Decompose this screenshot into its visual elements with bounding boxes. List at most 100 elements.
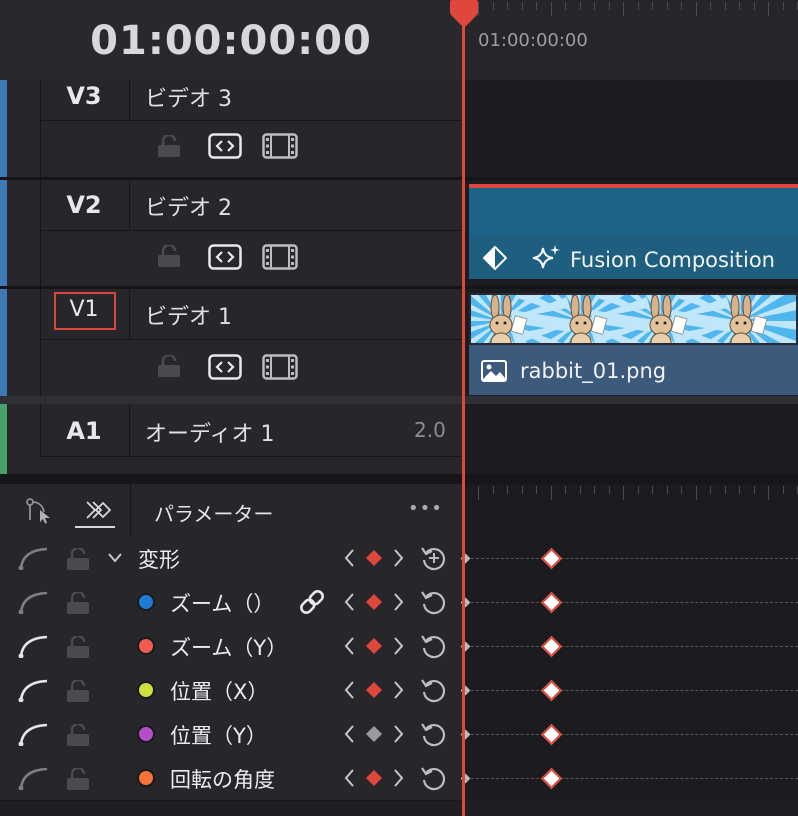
ruler-tick xyxy=(536,486,537,494)
param-label: 位置（X） xyxy=(170,680,269,704)
track-name-v3[interactable]: ビデオ 3 xyxy=(145,81,232,113)
ruler-timecode: 01:00:00:00 xyxy=(478,30,588,51)
ruler-tick xyxy=(580,2,581,10)
row-divider xyxy=(40,120,462,121)
curve-icon[interactable] xyxy=(18,678,50,702)
curve-select-icon[interactable] xyxy=(26,498,54,524)
keyframe-navigation[interactable] xyxy=(343,634,405,658)
film-strip-icon[interactable] xyxy=(262,244,298,270)
keyframe-view-toggle[interactable] xyxy=(75,494,115,528)
curve-icon[interactable] xyxy=(18,546,50,570)
image-clip-thumbnail-strip[interactable] xyxy=(469,293,798,345)
reset-icon[interactable] xyxy=(420,632,448,660)
keyframe-navigation[interactable] xyxy=(343,546,405,570)
ruler-tick xyxy=(681,486,682,494)
track-header-v1[interactable]: V1 ビデオ 1 xyxy=(0,289,462,396)
ruler-tick xyxy=(522,486,523,494)
lock-icon[interactable] xyxy=(66,592,90,614)
lock-icon[interactable] xyxy=(66,680,90,702)
playhead-line[interactable] xyxy=(462,20,465,816)
row-divider xyxy=(40,120,41,177)
reset-icon[interactable] xyxy=(420,720,448,748)
track-header-v3[interactable]: V3 ビデオ 3 xyxy=(0,80,462,177)
track-color-stripe xyxy=(0,180,7,286)
curve-icon[interactable] xyxy=(18,766,50,790)
ruler-tick xyxy=(565,2,566,10)
ruler-tick xyxy=(710,486,711,494)
chevron-down-icon[interactable] xyxy=(107,552,123,564)
track-header-v2[interactable]: V2 ビデオ 2 xyxy=(0,180,462,286)
ruler-tick xyxy=(594,2,595,10)
keyframe-lane-line xyxy=(466,690,798,691)
header-divider xyxy=(130,484,131,536)
ruler-tick xyxy=(609,2,610,10)
track-id-v3[interactable]: V3 xyxy=(40,82,128,110)
reset-icon[interactable] xyxy=(420,764,448,792)
image-clip-label-bar[interactable]: rabbit_01.png xyxy=(469,345,798,395)
ruler-tick xyxy=(609,486,610,494)
ruler-tick xyxy=(623,2,624,16)
curve-icon[interactable] xyxy=(18,590,50,614)
link-icon[interactable] xyxy=(298,590,326,614)
timeline-lane-a1[interactable] xyxy=(466,404,798,474)
more-options-button[interactable]: ••• xyxy=(408,498,443,519)
ruler-tick xyxy=(739,486,740,494)
row-divider xyxy=(40,230,462,231)
add-reset-icon[interactable] xyxy=(420,544,448,572)
keyframe-navigation[interactable] xyxy=(343,590,405,614)
fusion-icon xyxy=(483,246,507,270)
lock-icon[interactable] xyxy=(66,548,90,570)
playhead-handle[interactable] xyxy=(448,0,480,28)
ruler-tick xyxy=(652,2,653,10)
track-id-v1[interactable]: V1 xyxy=(40,297,128,322)
code-icon[interactable] xyxy=(208,244,242,270)
lock-icon[interactable] xyxy=(157,355,181,377)
lock-icon[interactable] xyxy=(66,724,90,746)
keyframe-lane-line xyxy=(466,558,798,559)
keyframe-navigation[interactable] xyxy=(343,766,405,790)
track-id-a1[interactable]: A1 xyxy=(40,417,128,445)
row-divider xyxy=(40,339,41,396)
lock-icon[interactable] xyxy=(66,768,90,790)
reset-icon[interactable] xyxy=(420,676,448,704)
reset-icon[interactable] xyxy=(420,588,448,616)
ruler-tick xyxy=(493,486,494,494)
timecode-display[interactable]: 01:00:00:00 xyxy=(0,18,462,64)
ruler-tick xyxy=(623,486,624,500)
lock-icon[interactable] xyxy=(157,135,181,157)
param-color-dot xyxy=(137,637,155,655)
param-color-dot xyxy=(137,593,155,611)
code-icon[interactable] xyxy=(208,133,242,159)
track-name-v2[interactable]: ビデオ 2 xyxy=(145,190,232,222)
lock-icon[interactable] xyxy=(157,245,181,267)
curve-icon[interactable] xyxy=(18,722,50,746)
curve-icon[interactable] xyxy=(18,634,50,658)
ruler-tick xyxy=(507,2,508,10)
ruler-tick xyxy=(696,486,697,500)
track-header-a1[interactable]: A1 オーディオ 1 2.0 xyxy=(0,404,462,474)
sparkle-icon xyxy=(532,245,560,269)
track-divider xyxy=(0,396,798,404)
fusion-clip-label-bar[interactable]: Fusion Composition xyxy=(469,236,798,279)
film-strip-icon[interactable] xyxy=(262,133,298,159)
timeline-lane-v3[interactable] xyxy=(466,80,798,177)
ruler-tick xyxy=(667,486,668,494)
film-strip-icon[interactable] xyxy=(262,354,298,380)
param-label: ズーム（Y） xyxy=(170,636,288,660)
lock-icon[interactable] xyxy=(66,636,90,658)
keyframe-ruler[interactable] xyxy=(466,484,798,536)
ruler-tick xyxy=(551,2,552,16)
track-color-stripe xyxy=(0,289,7,396)
ruler-tick xyxy=(768,2,769,16)
keyframe-navigation[interactable] xyxy=(343,722,405,746)
ruler-tick xyxy=(768,486,769,500)
track-id-v2[interactable]: V2 xyxy=(40,191,128,219)
param-color-dot xyxy=(137,681,155,699)
code-icon[interactable] xyxy=(208,354,242,380)
ruler-tick xyxy=(710,2,711,10)
parameters-title: パラメーター xyxy=(154,502,274,526)
keyframe-navigation[interactable] xyxy=(343,678,405,702)
track-name-a1[interactable]: オーディオ 1 xyxy=(145,416,274,448)
track-name-v1[interactable]: ビデオ 1 xyxy=(145,299,232,331)
ruler-tick xyxy=(638,2,639,10)
